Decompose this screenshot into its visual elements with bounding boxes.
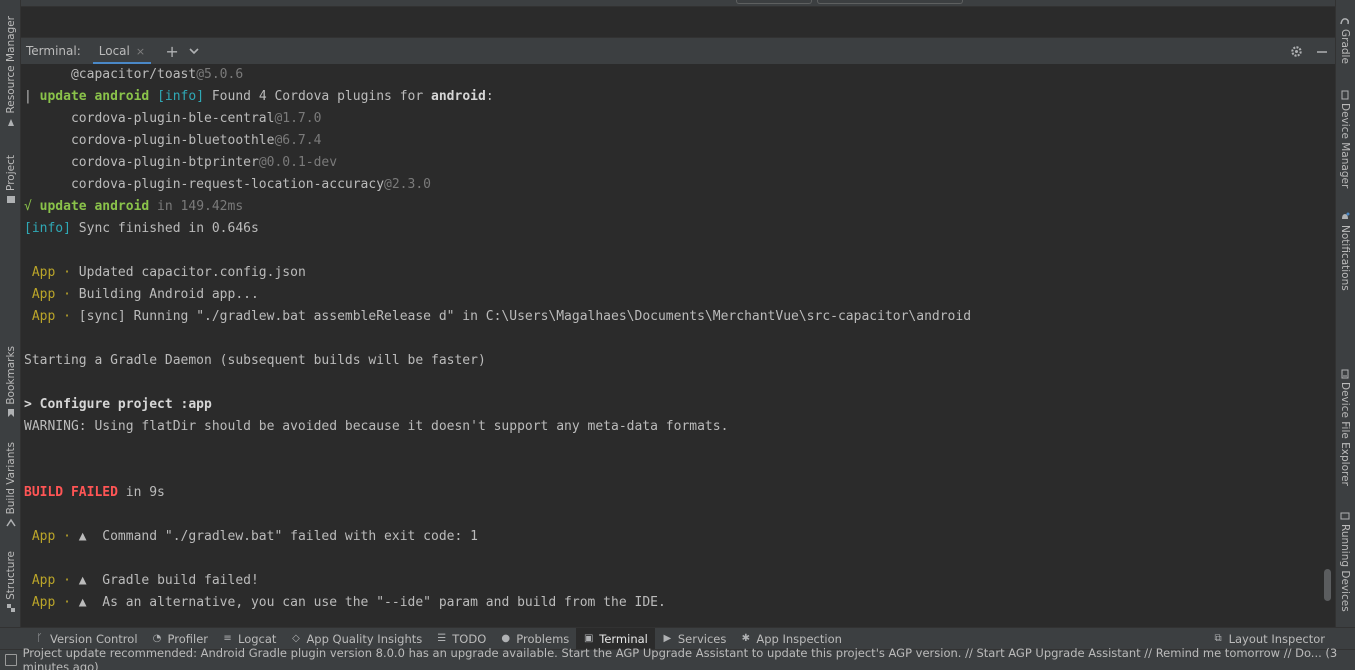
bookmarks-label: Bookmarks: [4, 346, 17, 405]
structure-label: Structure: [4, 551, 17, 600]
minimize-button[interactable]: [1311, 41, 1333, 63]
terminal-line: App · ▲ As an alternative, you can use t…: [31, 595, 666, 610]
minimize-icon: [1317, 50, 1327, 53]
app-inspection-icon: ✱: [741, 633, 751, 644]
terminal-line: cordova-plugin-bluetoothle@6.7.4: [24, 133, 322, 148]
terminal-line: [info] Sync finished in 0.646s: [24, 221, 259, 236]
tab-gradle[interactable]: Gradle: [1335, 16, 1355, 64]
tab-local-label: Local: [98, 44, 130, 58]
tab-notifications[interactable]: Notifications: [1335, 212, 1355, 291]
structure-icon: [6, 603, 15, 612]
device-manager-label: Device Manager: [1339, 103, 1351, 189]
tab-dropdown-button[interactable]: [183, 40, 205, 62]
terminal-output[interactable]: @capacitor/toast@5.0.6 | update android …: [21, 64, 1335, 627]
tab-project[interactable]: Project: [0, 155, 21, 204]
tab-local[interactable]: Local ×: [91, 38, 153, 65]
status-bar: Project update recommended: Android Grad…: [0, 646, 1355, 670]
notifications-label: Notifications: [1339, 225, 1351, 291]
bookmark-icon: [7, 408, 14, 417]
terminal-line: App · [sync] Running "./gradlew.bat asse…: [31, 309, 972, 324]
close-icon[interactable]: ×: [136, 45, 145, 58]
notification-toggle-icon[interactable]: [5, 654, 17, 666]
editor-area: [21, 8, 1335, 37]
layout-inspector-icon: ⧉: [1214, 633, 1222, 644]
warning-icon: ▲: [78, 573, 87, 588]
terminal-header: Terminal: Local × +: [21, 37, 1335, 65]
tab-build-variants[interactable]: Build Variants: [0, 442, 21, 527]
terminal-line: App · ▲ Command "./gradlew.bat" failed w…: [31, 529, 478, 544]
tab-structure[interactable]: Structure: [0, 551, 21, 613]
editor-toolbar-strip: [21, 0, 1335, 7]
gear-icon: [1290, 46, 1302, 57]
gradle-icon: [1340, 18, 1349, 25]
running-devices-label: Running Devices: [1339, 524, 1351, 612]
terminal-line: BUILD FAILED in 9s: [24, 485, 165, 500]
logcat-icon: ≡: [223, 633, 232, 644]
device-manager-icon: [1341, 90, 1349, 100]
plus-icon: +: [165, 41, 179, 61]
warning-icon: ▲: [78, 529, 87, 544]
build-variants-label: Build Variants: [4, 442, 17, 515]
toolbar-control[interactable]: [817, 0, 963, 4]
warning-icon: ▲: [78, 595, 87, 610]
todo-icon: ☰: [437, 633, 447, 644]
build-variants-icon: [5, 519, 16, 527]
terminal-line: App · Building Android app...: [31, 287, 259, 302]
running-devices-icon: [1340, 512, 1350, 520]
new-tab-button[interactable]: +: [161, 40, 183, 62]
tab-device-file-explorer[interactable]: Device File Explorer: [1335, 369, 1355, 486]
tab-running-devices[interactable]: Running Devices: [1335, 511, 1355, 612]
tab-device-manager[interactable]: Device Manager: [1335, 90, 1355, 188]
scrollbar-thumb[interactable]: [1324, 569, 1331, 601]
chevron-down-icon: [189, 48, 199, 55]
terminal-line: | update android [info] Found 4 Cordova …: [24, 89, 494, 104]
terminal-line: WARNING: Using flatDir should be avoided…: [24, 419, 729, 434]
terminal-line: cordova-plugin-request-location-accuracy…: [24, 177, 431, 192]
resource-manager-label: Resource Manager: [4, 16, 17, 114]
right-tool-stripe: Gradle Device Manager Notifications Devi…: [1335, 0, 1355, 627]
resource-manager-icon: [7, 118, 14, 126]
services-icon: ▶: [663, 633, 672, 644]
project-label: Project: [4, 155, 17, 191]
terminal-line: cordova-plugin-btprinter@0.0.1-dev: [24, 155, 338, 170]
profiler-icon: ◔: [152, 633, 162, 644]
terminal-line: App · ▲ Gradle build failed!: [31, 573, 259, 588]
terminal-line: App · Updated capacitor.config.json: [31, 265, 306, 280]
terminal-line: √ update android in 149.42ms: [24, 199, 244, 214]
bottom-bar-corner: [0, 627, 21, 649]
version-control-icon: ᚴ: [36, 633, 43, 644]
device-file-explorer-label: Device File Explorer: [1339, 382, 1351, 486]
gradle-label: Gradle: [1339, 29, 1351, 64]
problems-icon: ●: [501, 633, 511, 644]
settings-button[interactable]: [1285, 41, 1307, 63]
terminal-title: Terminal:: [26, 44, 81, 58]
bell-icon: [1342, 212, 1350, 219]
terminal-line: > Configure project :app: [24, 397, 212, 412]
status-message[interactable]: Project update recommended: Android Grad…: [23, 646, 1355, 670]
app-quality-icon: ◇: [292, 633, 300, 644]
tab-bookmarks[interactable]: Bookmarks: [0, 346, 21, 418]
terminal-line: Starting a Gradle Daemon (subsequent bui…: [24, 353, 486, 368]
toolbar-control[interactable]: [736, 0, 812, 4]
tab-resource-manager[interactable]: Resource Manager: [0, 16, 21, 127]
terminal-line: cordova-plugin-ble-central@1.7.0: [24, 111, 322, 126]
left-tool-stripe: Resource Manager Project Bookmarks Build…: [0, 0, 21, 627]
terminal-line: @capacitor/toast@5.0.6: [24, 67, 244, 82]
terminal-icon: ▣: [584, 633, 594, 644]
folder-icon: [6, 195, 15, 203]
device-file-icon: [1341, 369, 1349, 379]
